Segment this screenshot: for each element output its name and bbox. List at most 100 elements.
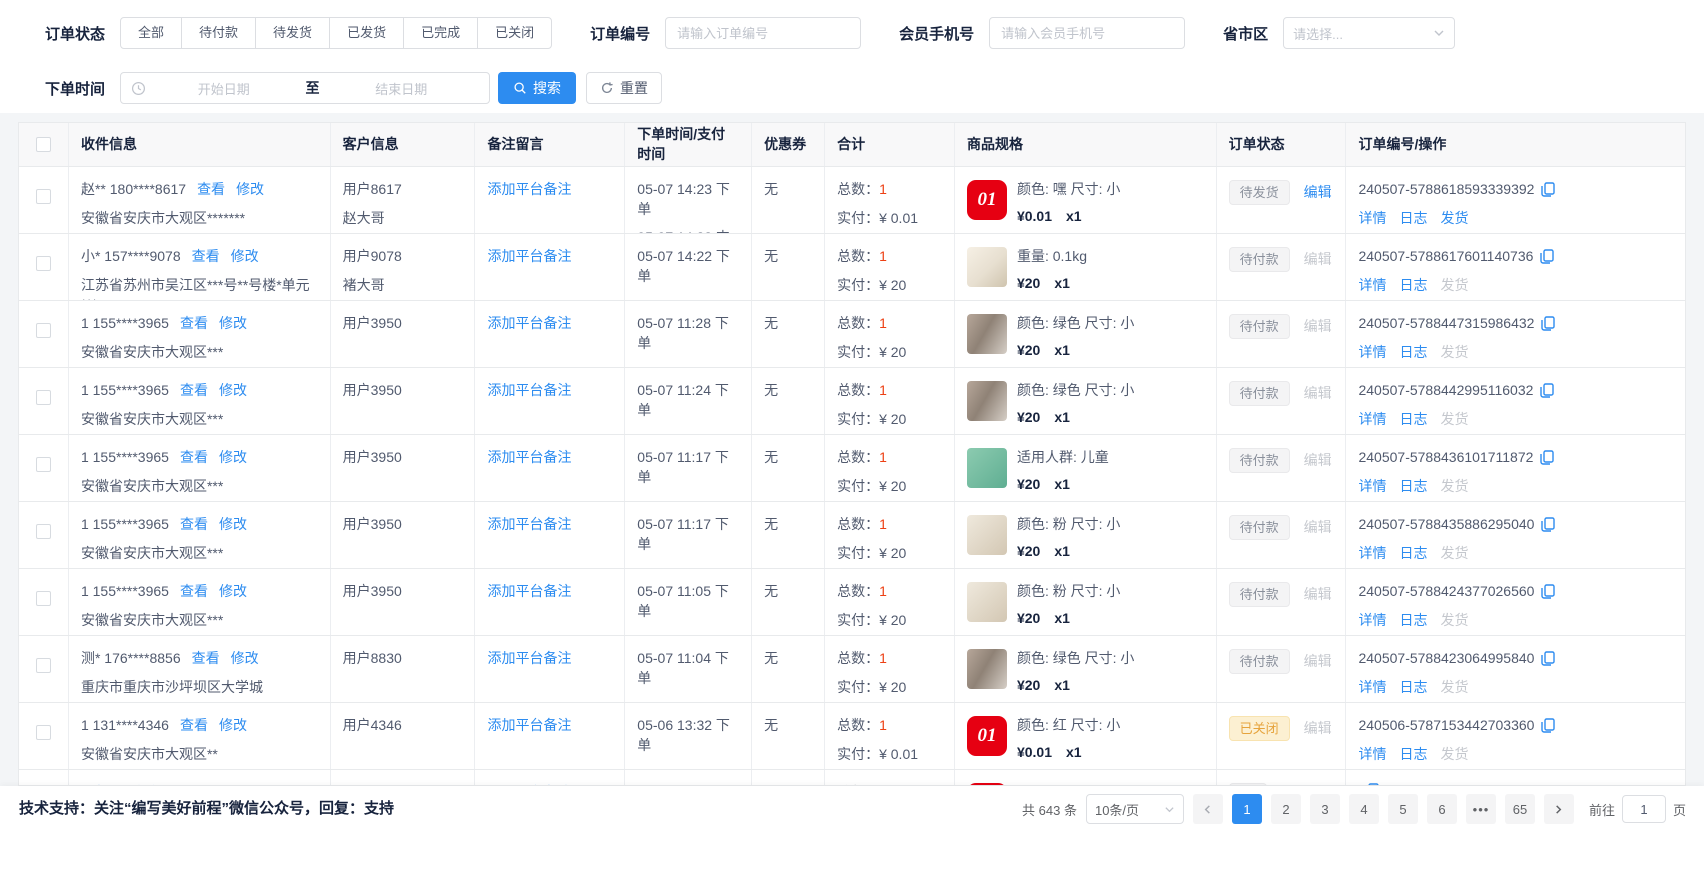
page-button-3[interactable]: 3 — [1310, 794, 1340, 824]
log-link[interactable]: 日志 — [1399, 611, 1427, 631]
edit-order-link[interactable]: 编辑 — [1304, 251, 1332, 267]
ship-link[interactable]: 发货 — [1440, 745, 1468, 765]
view-receiver-link[interactable]: 查看 — [180, 449, 208, 465]
edit-order-link[interactable]: 编辑 — [1304, 653, 1332, 669]
modify-receiver-link[interactable]: 修改 — [231, 248, 259, 264]
log-link[interactable]: 日志 — [1399, 276, 1427, 296]
copy-icon[interactable] — [1541, 316, 1555, 331]
modify-receiver-link[interactable]: 修改 — [219, 449, 247, 465]
add-platform-note-link[interactable]: 添加平台备注 — [487, 382, 571, 398]
detail-link[interactable]: 详情 — [1358, 745, 1386, 765]
row-checkbox[interactable] — [36, 725, 51, 740]
add-platform-note-link[interactable]: 添加平台备注 — [487, 315, 571, 331]
page-size-select[interactable]: 10条/页 — [1086, 794, 1184, 824]
detail-link[interactable]: 详情 — [1358, 209, 1386, 229]
order-no-input[interactable] — [665, 17, 861, 49]
copy-icon[interactable] — [1540, 249, 1554, 264]
detail-link[interactable]: 详情 — [1358, 343, 1386, 363]
view-receiver-link[interactable]: 查看 — [180, 583, 208, 599]
edit-order-link[interactable]: 编辑 — [1304, 586, 1332, 602]
log-link[interactable]: 日志 — [1399, 209, 1427, 229]
detail-link[interactable]: 详情 — [1358, 678, 1386, 698]
modify-receiver-link[interactable]: 修改 — [219, 717, 247, 733]
goto-page-input[interactable] — [1622, 795, 1666, 823]
modify-receiver-link[interactable]: 修改 — [219, 583, 247, 599]
log-link[interactable]: 日志 — [1399, 343, 1427, 363]
page-button-1[interactable]: 1 — [1232, 794, 1262, 824]
view-receiver-link[interactable]: 查看 — [192, 650, 220, 666]
status-option-done[interactable]: 已完成 — [403, 17, 478, 49]
reset-button[interactable]: 重置 — [586, 72, 662, 104]
copy-icon[interactable] — [1540, 450, 1554, 465]
detail-link[interactable]: 详情 — [1358, 544, 1386, 564]
edit-order-link[interactable]: 编辑 — [1304, 184, 1332, 200]
next-page-button[interactable] — [1544, 794, 1574, 824]
copy-icon[interactable] — [1540, 383, 1554, 398]
log-link[interactable]: 日志 — [1399, 410, 1427, 430]
modify-receiver-link[interactable]: 修改 — [231, 650, 259, 666]
modify-receiver-link[interactable]: 修改 — [219, 382, 247, 398]
view-receiver-link[interactable]: 查看 — [197, 181, 225, 197]
modify-receiver-link[interactable]: 修改 — [219, 516, 247, 532]
log-link[interactable]: 日志 — [1399, 678, 1427, 698]
add-platform-note-link[interactable]: 添加平台备注 — [487, 650, 571, 666]
ship-link[interactable]: 发货 — [1440, 209, 1468, 229]
status-option-closed[interactable]: 已关闭 — [477, 17, 552, 49]
status-option-unpaid[interactable]: 待付款 — [181, 17, 256, 49]
ship-link[interactable]: 发货 — [1440, 477, 1468, 497]
page-button-5[interactable]: 5 — [1388, 794, 1418, 824]
detail-link[interactable]: 详情 — [1358, 276, 1386, 296]
ship-link[interactable]: 发货 — [1440, 611, 1468, 631]
ship-link[interactable]: 发货 — [1440, 410, 1468, 430]
log-link[interactable]: 日志 — [1399, 477, 1427, 497]
add-platform-note-link[interactable]: 添加平台备注 — [487, 248, 571, 264]
status-option-toship[interactable]: 待发货 — [255, 17, 330, 49]
edit-order-link[interactable]: 编辑 — [1304, 519, 1332, 535]
view-receiver-link[interactable]: 查看 — [192, 248, 220, 264]
ship-link[interactable]: 发货 — [1440, 343, 1468, 363]
status-option-shipped[interactable]: 已发货 — [329, 17, 404, 49]
page-ellipsis[interactable]: ••• — [1466, 794, 1496, 824]
prev-page-button[interactable] — [1193, 794, 1223, 824]
ship-link[interactable]: 发货 — [1440, 544, 1468, 564]
row-checkbox[interactable] — [36, 457, 51, 472]
add-platform-note-link[interactable]: 添加平台备注 — [487, 181, 571, 197]
member-phone-input[interactable] — [989, 17, 1185, 49]
detail-link[interactable]: 详情 — [1358, 477, 1386, 497]
view-receiver-link[interactable]: 查看 — [180, 717, 208, 733]
region-select[interactable]: 请选择... — [1283, 17, 1455, 49]
detail-link[interactable]: 详情 — [1358, 410, 1386, 430]
add-platform-note-link[interactable]: 添加平台备注 — [487, 516, 571, 532]
edit-order-link[interactable]: 编辑 — [1304, 452, 1332, 468]
view-receiver-link[interactable]: 查看 — [180, 315, 208, 331]
copy-icon[interactable] — [1541, 182, 1555, 197]
row-checkbox[interactable] — [36, 658, 51, 673]
row-checkbox[interactable] — [36, 524, 51, 539]
copy-icon[interactable] — [1541, 584, 1555, 599]
log-link[interactable]: 日志 — [1399, 544, 1427, 564]
page-button-4[interactable]: 4 — [1349, 794, 1379, 824]
ship-link[interactable]: 发货 — [1440, 276, 1468, 296]
modify-receiver-link[interactable]: 修改 — [219, 315, 247, 331]
modify-receiver-link[interactable]: 修改 — [236, 181, 264, 197]
view-receiver-link[interactable]: 查看 — [180, 516, 208, 532]
row-checkbox[interactable] — [36, 390, 51, 405]
copy-icon[interactable] — [1541, 651, 1555, 666]
page-button-6[interactable]: 6 — [1427, 794, 1457, 824]
edit-order-link[interactable]: 编辑 — [1304, 385, 1332, 401]
page-button-2[interactable]: 2 — [1271, 794, 1301, 824]
row-checkbox[interactable] — [36, 189, 51, 204]
status-option-all[interactable]: 全部 — [120, 17, 182, 49]
date-range-picker[interactable]: 开始日期 至 结束日期 — [120, 72, 490, 104]
view-receiver-link[interactable]: 查看 — [180, 382, 208, 398]
edit-order-link[interactable]: 编辑 — [1304, 318, 1332, 334]
add-platform-note-link[interactable]: 添加平台备注 — [487, 449, 571, 465]
add-platform-note-link[interactable]: 添加平台备注 — [487, 717, 571, 733]
log-link[interactable]: 日志 — [1399, 745, 1427, 765]
select-all-checkbox[interactable] — [36, 137, 51, 152]
row-checkbox[interactable] — [36, 591, 51, 606]
edit-order-link[interactable]: 编辑 — [1304, 720, 1332, 736]
add-platform-note-link[interactable]: 添加平台备注 — [487, 583, 571, 599]
copy-icon[interactable] — [1541, 517, 1555, 532]
row-checkbox[interactable] — [36, 323, 51, 338]
